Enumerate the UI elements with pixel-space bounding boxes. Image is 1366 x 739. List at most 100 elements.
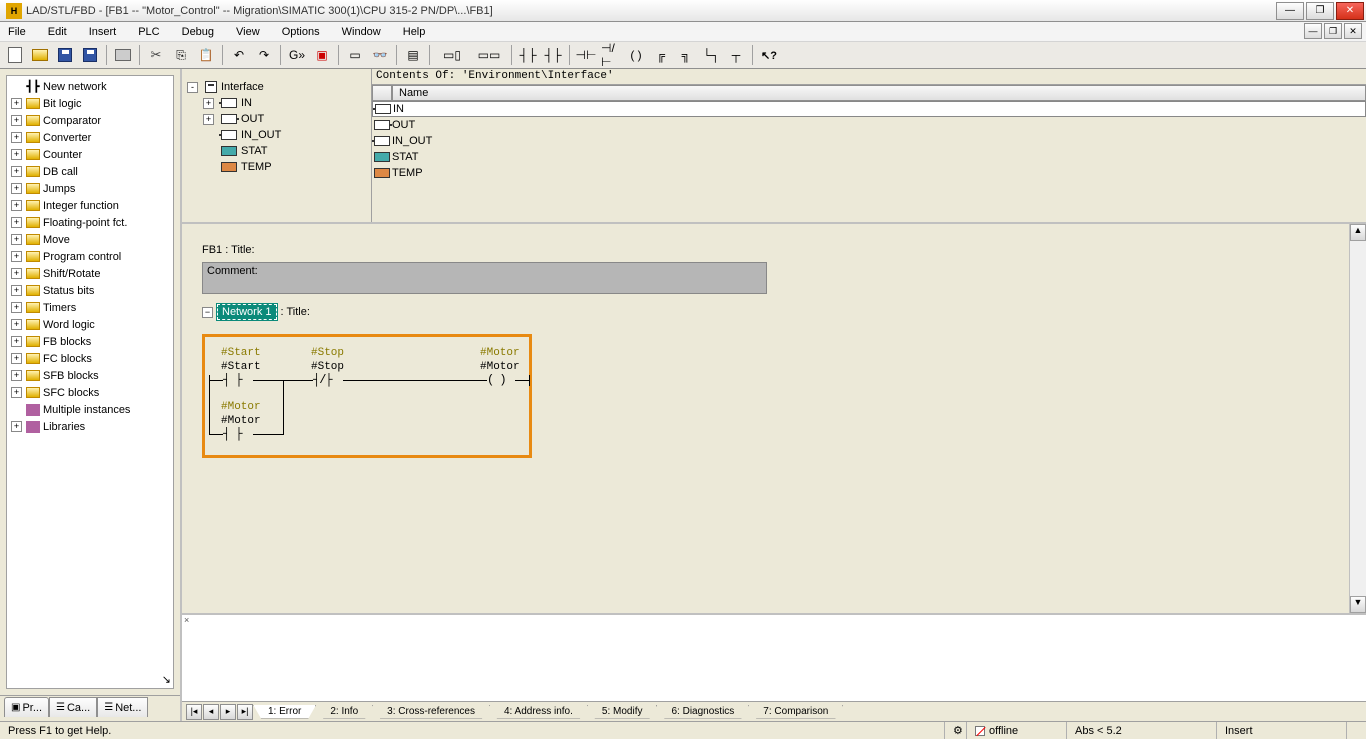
- output-tab-compare[interactable]: 7: Comparison: [748, 705, 843, 719]
- sidebar-item[interactable]: +Floating-point fct.: [9, 214, 171, 231]
- doc-minimize-button[interactable]: —: [1304, 23, 1322, 39]
- interface-row[interactable]: IN: [372, 101, 1366, 117]
- left-tab-call[interactable]: ☰ Ca...: [49, 697, 97, 717]
- no-contact-icon[interactable]: ┤ ├: [223, 373, 242, 387]
- print-button[interactable]: [112, 44, 134, 66]
- interface-row[interactable]: IN_OUT: [372, 133, 1366, 149]
- expander-icon[interactable]: +: [11, 421, 22, 432]
- interface-row[interactable]: TEMP: [372, 165, 1366, 181]
- output-nav-prev[interactable]: ◂: [203, 704, 219, 720]
- monitor-button[interactable]: 👓: [369, 44, 391, 66]
- undo-button[interactable]: ↶: [228, 44, 250, 66]
- sidebar-item[interactable]: +Jumps: [9, 180, 171, 197]
- interface-tree[interactable]: -Interface+IN+OUT+IN_OUT+STAT+TEMP: [182, 69, 372, 222]
- interface-tree-item[interactable]: +IN_OUT: [184, 127, 369, 143]
- help-cursor-button[interactable]: ↖?: [758, 44, 780, 66]
- expander-icon[interactable]: +: [11, 370, 22, 381]
- menu-view[interactable]: View: [232, 24, 264, 40]
- menu-help[interactable]: Help: [399, 24, 430, 40]
- interface-col-icon[interactable]: [372, 85, 392, 101]
- doc-close-button[interactable]: ✕: [1344, 23, 1362, 39]
- sidebar-item[interactable]: +Status bits: [9, 282, 171, 299]
- close-branch-button[interactable]: ╗: [675, 44, 697, 66]
- download-button[interactable]: ▣: [311, 44, 333, 66]
- ladder-network[interactable]: #Start #Start #Stop #Stop #Motor #Motor …: [202, 334, 532, 458]
- sidebar-item[interactable]: +Shift/Rotate: [9, 265, 171, 282]
- expander-icon[interactable]: +: [11, 251, 22, 262]
- goto-button[interactable]: G»: [286, 44, 308, 66]
- program-elements-tree[interactable]: +┫┣New network+Bit logic+Comparator+Conv…: [6, 75, 174, 689]
- menu-plc[interactable]: PLC: [134, 24, 163, 40]
- detail-button[interactable]: ▭▭: [472, 44, 506, 66]
- output-nav-last[interactable]: ▸|: [237, 704, 253, 720]
- open-button[interactable]: [29, 44, 51, 66]
- left-tab-network[interactable]: ☰ Net...: [97, 697, 148, 717]
- expander-icon[interactable]: +: [11, 285, 22, 296]
- ladder-editor[interactable]: FB1 : Title: Comment: − Network 1 : Titl…: [182, 224, 1366, 613]
- new-button[interactable]: [4, 44, 26, 66]
- resize-handle-icon[interactable]: ↘: [162, 673, 171, 686]
- sidebar-item[interactable]: +Timers: [9, 299, 171, 316]
- expander-icon[interactable]: +: [11, 234, 22, 245]
- interface-col-name[interactable]: Name: [392, 85, 1366, 101]
- interface-tree-item[interactable]: -Interface: [184, 79, 369, 95]
- expander-icon[interactable]: +: [11, 268, 22, 279]
- nc-contact-button[interactable]: ⊣⊢: [575, 44, 597, 66]
- maximize-button[interactable]: ❐: [1306, 2, 1334, 20]
- branch-button[interactable]: ┬: [725, 44, 747, 66]
- output-tab-error[interactable]: 1: Error: [253, 705, 316, 719]
- expander-icon[interactable]: -: [187, 82, 198, 93]
- sidebar-item[interactable]: +DB call: [9, 163, 171, 180]
- status-resize-grip[interactable]: [1346, 722, 1366, 739]
- output-tab-diag[interactable]: 6: Diagnostics: [656, 705, 749, 719]
- sidebar-item[interactable]: +Program control: [9, 248, 171, 265]
- scroll-down-icon[interactable]: ▼: [1350, 596, 1366, 613]
- coil-icon[interactable]: ( ): [487, 373, 506, 387]
- vertical-scrollbar[interactable]: ▲ ▼: [1349, 224, 1366, 613]
- interface-tree-item[interactable]: +IN: [184, 95, 369, 111]
- output-body[interactable]: [182, 625, 1366, 701]
- sidebar-item[interactable]: +Integer function: [9, 197, 171, 214]
- new-network-button[interactable]: ┤├: [542, 44, 564, 66]
- expander-icon[interactable]: +: [11, 149, 22, 160]
- network-badge[interactable]: Network 1: [217, 304, 277, 320]
- output-close-icon[interactable]: ×: [182, 615, 192, 625]
- output-nav-next[interactable]: ▸: [220, 704, 236, 720]
- sidebar-item[interactable]: +SFC blocks: [9, 384, 171, 401]
- sidebar-item[interactable]: +SFB blocks: [9, 367, 171, 384]
- no-contact-button[interactable]: ⊣/⊢: [600, 44, 622, 66]
- sidebar-item[interactable]: +FC blocks: [9, 350, 171, 367]
- menu-insert[interactable]: Insert: [85, 24, 121, 40]
- network-collapse-icon[interactable]: −: [202, 307, 213, 318]
- cut-button[interactable]: ✂: [145, 44, 167, 66]
- sidebar-item[interactable]: +Converter: [9, 129, 171, 146]
- expander-icon[interactable]: +: [11, 98, 22, 109]
- interface-rows[interactable]: INOUTIN_OUTSTATTEMP: [372, 101, 1366, 222]
- interface-row[interactable]: OUT: [372, 117, 1366, 133]
- output-tab-xref[interactable]: 3: Cross-references: [372, 705, 490, 719]
- expander-icon[interactable]: +: [11, 387, 22, 398]
- no-contact-icon[interactable]: ┤ ├: [223, 427, 242, 441]
- sidebar-item[interactable]: +FB blocks: [9, 333, 171, 350]
- redo-button[interactable]: ↷: [253, 44, 275, 66]
- network-button[interactable]: ┤├: [517, 44, 539, 66]
- expander-icon[interactable]: +: [11, 200, 22, 211]
- sidebar-item[interactable]: +Word logic: [9, 316, 171, 333]
- interface-tree-item[interactable]: +STAT: [184, 143, 369, 159]
- scroll-up-icon[interactable]: ▲: [1350, 224, 1366, 241]
- output-tab-modify[interactable]: 5: Modify: [587, 705, 658, 719]
- expander-icon[interactable]: +: [203, 114, 214, 125]
- doc-restore-button[interactable]: ❐: [1324, 23, 1342, 39]
- coil-button[interactable]: ( ): [625, 44, 647, 66]
- expander-icon[interactable]: +: [11, 302, 22, 313]
- left-tab-program[interactable]: ▣ Pr...: [4, 697, 49, 717]
- interface-tree-item[interactable]: +TEMP: [184, 159, 369, 175]
- copy-button[interactable]: ⎘: [170, 44, 192, 66]
- expander-icon[interactable]: +: [11, 336, 22, 347]
- paste-button[interactable]: 📋: [195, 44, 217, 66]
- menu-options[interactable]: Options: [278, 24, 324, 40]
- menu-window[interactable]: Window: [338, 24, 385, 40]
- sidebar-item[interactable]: +Bit logic: [9, 95, 171, 112]
- network-header[interactable]: − Network 1 : Title:: [202, 304, 1329, 320]
- interface-tree-item[interactable]: +OUT: [184, 111, 369, 127]
